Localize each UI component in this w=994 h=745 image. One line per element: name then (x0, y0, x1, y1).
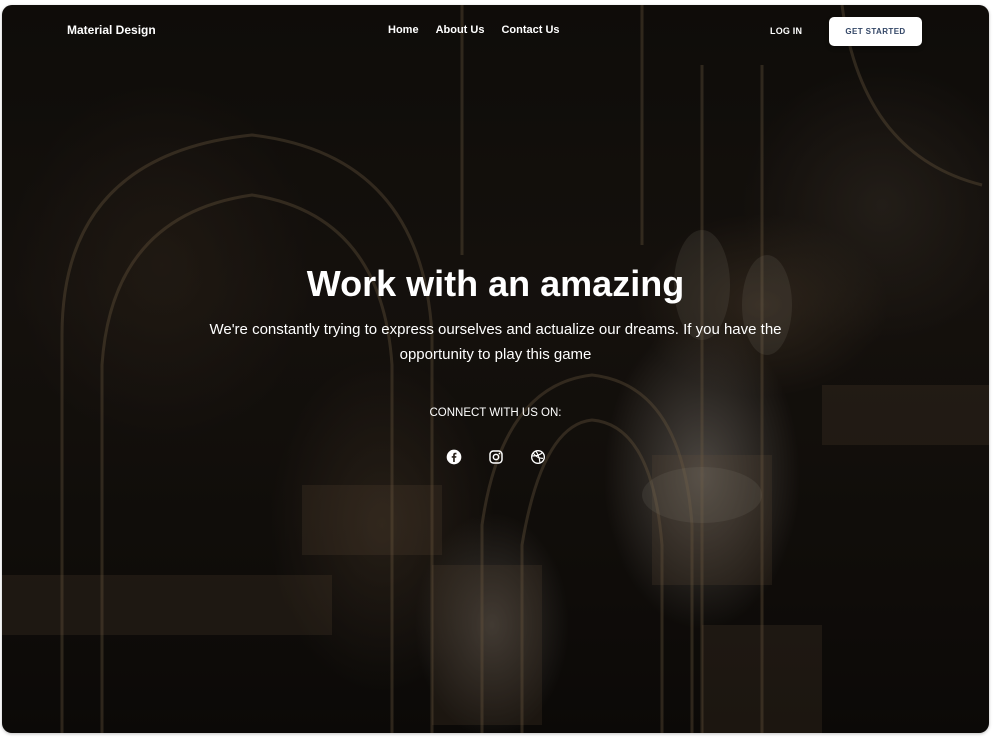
get-started-button[interactable]: GET STARTED (829, 17, 922, 46)
nav-links: Home About Us Contact Us (388, 24, 577, 36)
nav-link-home[interactable]: Home (388, 24, 419, 36)
facebook-icon (446, 449, 461, 465)
nav-link-contact-us[interactable]: Contact Us (501, 24, 559, 36)
instagram-icon (488, 450, 503, 464)
nav-link-about-us[interactable]: About Us (436, 24, 485, 36)
hero-subtitle: We're constantly trying to express ourse… (209, 321, 782, 363)
instagram-link[interactable] (488, 449, 504, 465)
hero-section: Work with an amazing We're constantly tr… (2, 263, 989, 465)
dribbble-link[interactable] (530, 449, 546, 465)
facebook-link[interactable] (446, 449, 462, 465)
social-links (2, 449, 989, 465)
dribbble-icon (530, 450, 545, 464)
connect-label: CONNECT WITH US ON: (429, 407, 562, 419)
brand-logo-link[interactable]: Material Design (67, 23, 156, 37)
login-link[interactable]: LOG IN (770, 26, 802, 36)
page-frame: Material Design Home About Us Contact Us… (2, 5, 989, 733)
hero-title: Work with an amazing (306, 263, 685, 304)
navbar: Material Design Home About Us Contact Us… (2, 5, 989, 60)
